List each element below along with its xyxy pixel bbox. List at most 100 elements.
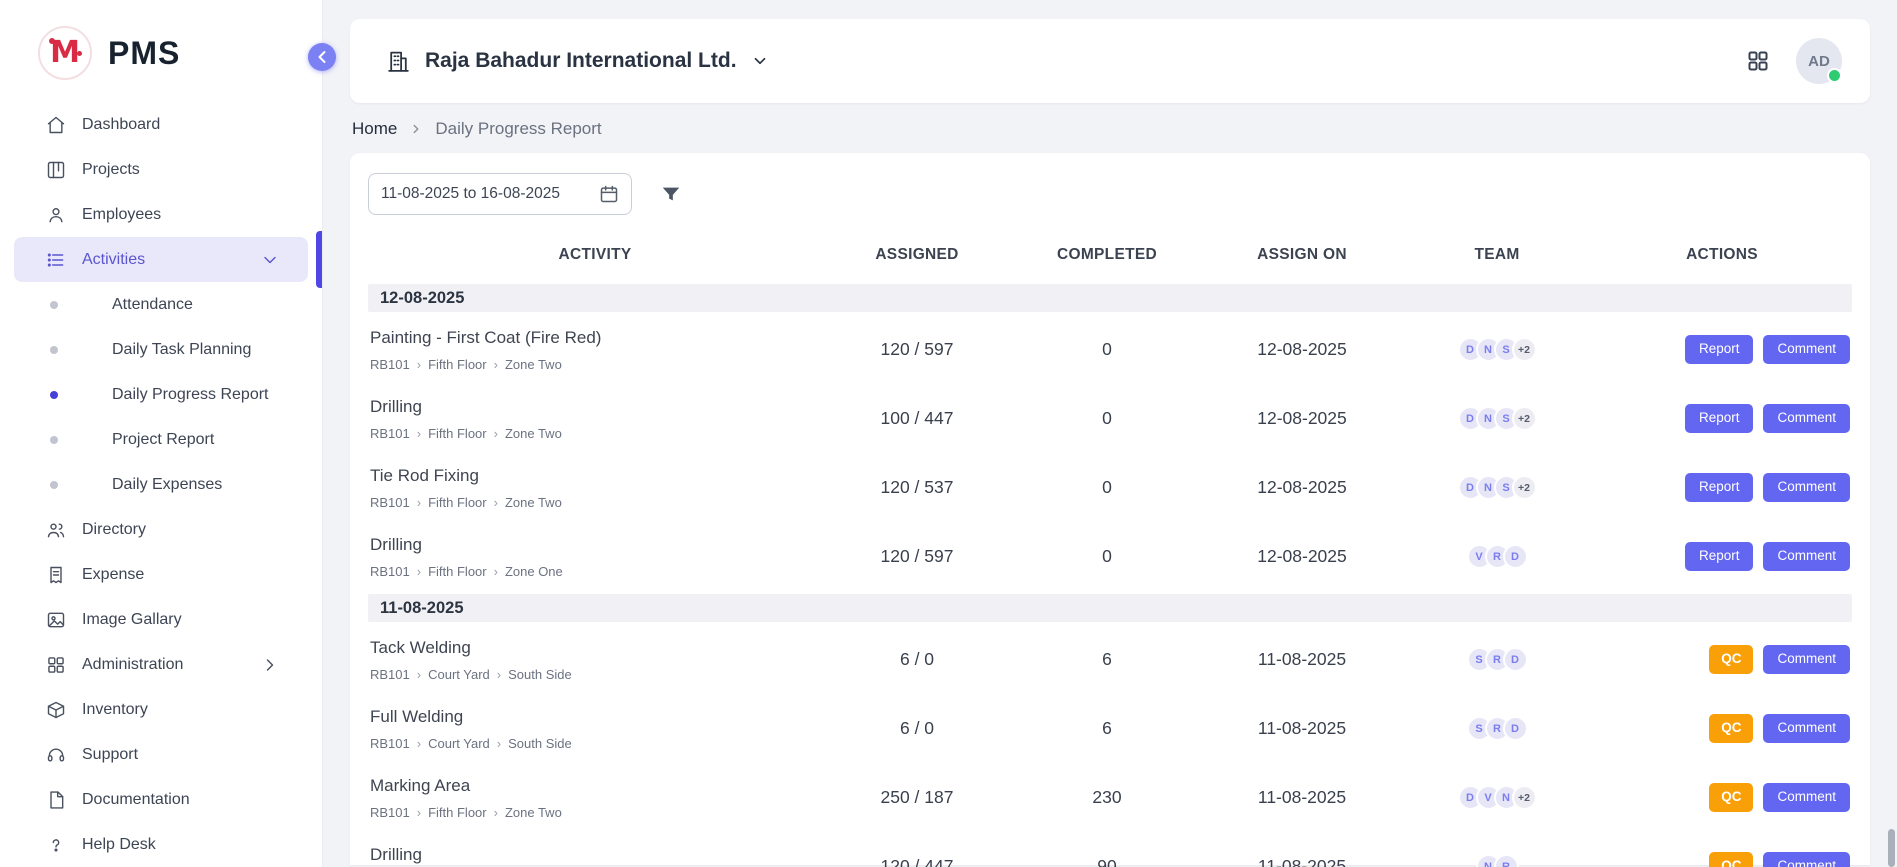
report-button[interactable]: Report [1685,473,1754,502]
comment-button[interactable]: Comment [1763,542,1850,571]
assign-on-value: 11-08-2025 [1202,787,1402,808]
sidebar-subitem-attendance[interactable]: Attendance [0,282,322,327]
sidebar-item-activities[interactable]: Activities [14,237,308,282]
user-avatar[interactable]: AD [1796,38,1842,84]
assign-on-value: 11-08-2025 [1202,856,1402,867]
sidebar-item-label: Directory [82,521,146,539]
assigned-value: 120 / 597 [822,339,1012,360]
sidebar: M PMS DashboardProjectsEmployeesActiviti… [0,0,323,867]
helpdesk-icon [46,835,66,855]
chevron-down-icon [751,52,769,70]
activity-cell: Full Welding RB101›Court Yard›South Side [368,700,822,758]
activity-title: Tie Rod Fixing [370,466,822,486]
assigned-value: 250 / 187 [822,787,1012,808]
chevron-right-icon: › [417,358,421,371]
chevron-right-icon [409,122,423,136]
qc-button[interactable]: QC [1709,783,1753,812]
directory-icon [46,520,66,540]
sidebar-item-documentation[interactable]: Documentation [14,777,308,822]
path-segment: Zone Two [505,426,562,441]
assign-on-value: 12-08-2025 [1202,546,1402,567]
sidebar-item-directory[interactable]: Directory [14,507,308,552]
date-range-picker[interactable] [368,173,632,215]
sidebar-subitem-daily-task-planning[interactable]: Daily Task Planning [0,327,322,372]
sidebar-item-dashboard[interactable]: Dashboard [14,102,308,147]
sidebar-item-inventory[interactable]: Inventory [14,687,308,732]
comment-button[interactable]: Comment [1763,783,1850,812]
sidebar-item-support[interactable]: Support [14,732,308,777]
comment-button[interactable]: Comment [1763,404,1850,433]
path-segment: Zone Two [505,805,562,820]
activity-cell: Drilling RB101›Fifth Floor›Zone One [368,528,822,586]
breadcrumb-home[interactable]: Home [352,119,397,139]
comment-button[interactable]: Comment [1763,335,1850,364]
path-segment: RB101 [370,564,410,579]
activity-title: Marking Area [370,776,822,796]
report-button[interactable]: Report [1685,335,1754,364]
filter-row [368,173,1852,215]
comment-button[interactable]: Comment [1763,714,1850,743]
apps-grid-button[interactable] [1746,49,1770,73]
company-selector[interactable]: Raja Bahadur International Ltd. [386,49,769,74]
activity-path: RB101›Court Yard›South Side [370,667,822,682]
sidebar-item-help-desk[interactable]: Help Desk [14,822,308,867]
table-row: Painting - First Coat (Fire Red) RB101›F… [368,315,1852,384]
sidebar-item-image-gallary[interactable]: Image Gallary [14,597,308,642]
activity-cell: Drilling RB101›Fifth Floor›Zone Two [368,390,822,448]
comment-button[interactable]: Comment [1763,645,1850,674]
gallery-icon [46,610,66,630]
comment-button[interactable]: Comment [1763,852,1850,867]
qc-button[interactable]: QC [1709,714,1753,743]
actions-cell: Report Comment [1592,335,1852,364]
completed-value: 0 [1012,339,1202,360]
path-segment: South Side [508,667,572,682]
path-segment: Court Yard [428,667,490,682]
report-button[interactable]: Report [1685,542,1754,571]
sidebar-subitem-daily-progress-report[interactable]: Daily Progress Report [0,372,322,417]
path-segment: RB101 [370,426,410,441]
sidebar-item-projects[interactable]: Projects [14,147,308,192]
expense-icon [46,565,66,585]
sidebar-item-employees[interactable]: Employees [14,192,308,237]
completed-value: 230 [1012,787,1202,808]
sidebar-subitem-label: Daily Progress Report [112,386,269,404]
date-range-input[interactable] [381,185,586,203]
bullet-icon [50,481,58,489]
chevron-left-icon [312,47,332,67]
chevron-right-icon: › [417,496,421,509]
building-icon [386,49,411,74]
table-row: Marking Area RB101›Fifth Floor›Zone Two … [368,763,1852,832]
assigned-value: 6 / 0 [822,649,1012,670]
actions-cell: QC Comment [1592,645,1852,674]
path-segment: RB101 [370,667,410,682]
report-button[interactable]: Report [1685,404,1754,433]
team-avatar: R [1494,854,1519,867]
activity-cell: Painting - First Coat (Fire Red) RB101›F… [368,321,822,379]
sidebar-subitem-daily-expenses[interactable]: Daily Expenses [0,462,322,507]
path-segment: Fifth Floor [428,495,487,510]
sidebar-subitem-project-report[interactable]: Project Report [0,417,322,462]
sidebar-item-label: Administration [82,656,183,674]
support-icon [46,745,66,765]
assign-on-value: 12-08-2025 [1202,477,1402,498]
dashboard-icon [46,115,66,135]
completed-value: 6 [1012,649,1202,670]
sidebar-item-label: Inventory [82,701,148,719]
qc-button[interactable]: QC [1709,852,1753,867]
sidebar-item-expense[interactable]: Expense [14,552,308,597]
qc-button[interactable]: QC [1709,645,1753,674]
team-extra-badge: +2 [1512,337,1537,362]
activity-title: Drilling [370,845,822,865]
sidebar-collapse-button[interactable] [308,43,336,71]
chevron-right-icon [260,655,280,675]
path-segment: Court Yard [428,736,490,751]
comment-button[interactable]: Comment [1763,473,1850,502]
completed-value: 0 [1012,477,1202,498]
activities-icon [46,250,66,270]
actions-cell: Report Comment [1592,542,1852,571]
scrollbar[interactable] [1888,829,1895,867]
filter-button[interactable] [660,183,682,205]
sidebar-item-administration[interactable]: Administration [14,642,308,687]
table-row: Tie Rod Fixing RB101›Fifth Floor›Zone Tw… [368,453,1852,522]
bullet-icon [50,346,58,354]
